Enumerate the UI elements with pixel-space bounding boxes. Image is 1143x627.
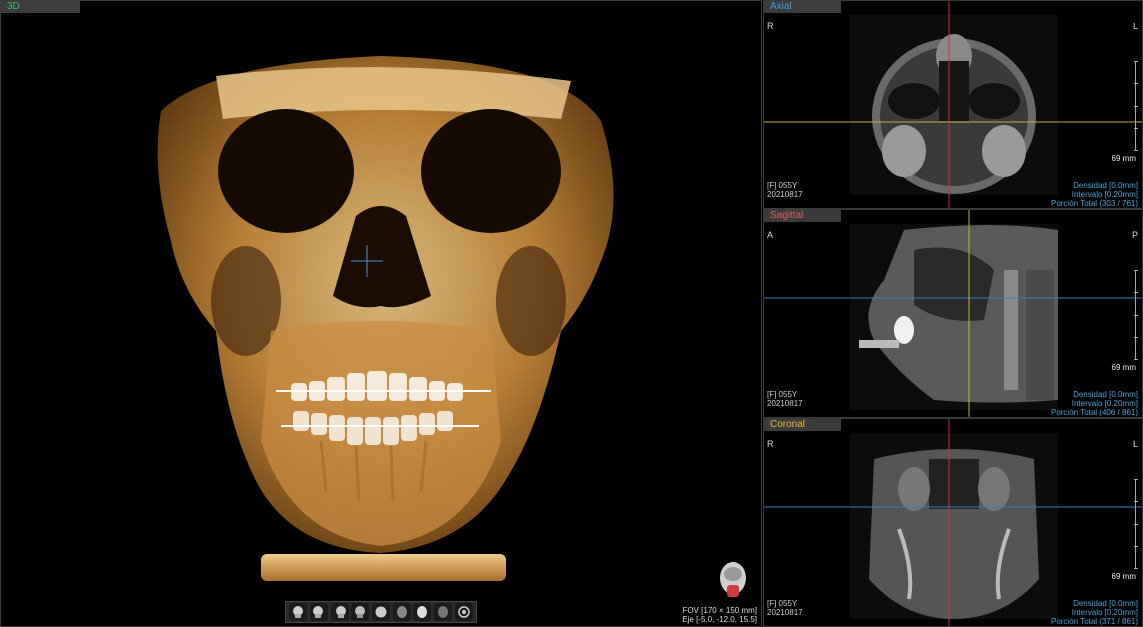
axial-date: 20210817 [767,190,803,199]
panel-sagittal[interactable]: Sagittal A P 69 mm [F] 055Y 20210817 Den… [763,209,1143,418]
panel-axial[interactable]: Axial R L 69 mm [F] 055Y 20210817 Densid… [763,0,1143,209]
view-left-icon[interactable] [309,603,328,621]
coronal-patient: [F] 055Y [767,599,798,608]
reset-view-icon[interactable] [433,603,452,621]
sagittal-patient: [F] 055Y [767,390,798,399]
sagittal-densidad: Densidad [0.0mm] [1073,390,1138,399]
sagittal-intervalo: Intervalo [0.20mm] [1071,399,1138,408]
coronal-date: 20210817 [767,608,803,617]
coronal-slice-image[interactable] [764,419,1143,627]
fov-info: FOV [170 × 150 mm] Eje [-5.0, -12.0, 15.… [682,606,757,624]
panel-coronal[interactable]: Coronal R L 69 mm [F] 055Y 20210817 Dens… [763,418,1143,627]
sagittal-porcion: Porción Total (406 / 861) [1050,408,1138,417]
axial-right-label: L [1132,21,1138,31]
view-bottom-icon[interactable] [392,603,411,621]
rotate-icon[interactable] [454,603,473,621]
skull-3d-render[interactable] [1,1,762,627]
orientation-head-icon[interactable] [717,561,749,601]
coronal-slice-info: Densidad [0.0mm] Intervalo [0.20mm] Porc… [1051,599,1138,626]
axial-porcion: Porción Total (303 / 761) [1050,199,1138,208]
axial-scale-bar [1133,61,1139,151]
sagittal-left-label: A [767,230,774,240]
view-toolbar [285,601,477,623]
eje-text: Eje [-5.0, -12.0, 15.5] [682,615,757,624]
view-back-icon[interactable] [351,603,370,621]
sagittal-scale-label: 69 mm [1111,363,1136,372]
sagittal-date: 20210817 [767,399,803,408]
sagittal-patient-info: [F] 055Y 20210817 [767,390,803,408]
sagittal-right-label: P [1131,230,1138,240]
coronal-patient-info: [F] 055Y 20210817 [767,599,803,617]
axial-scale-label: 69 mm [1111,154,1136,163]
panel-3d[interactable]: 3D FOV [170 × 150 mm] Eje [-5.0, -12.0, … [0,0,762,627]
axial-patient-info: [F] 055Y 20210817 [767,181,803,199]
coronal-porcion: Porción Total (371 / 861) [1050,617,1138,626]
coronal-densidad: Densidad [0.0mm] [1073,599,1138,608]
sagittal-slice-info: Densidad [0.0mm] Intervalo [0.20mm] Porc… [1051,390,1138,417]
view-right-icon[interactable] [330,603,349,621]
axial-patient: [F] 055Y [767,181,798,190]
axial-slice-info: Densidad [0.0mm] Intervalo [0.20mm] Porc… [1051,181,1138,208]
axial-intervalo: Intervalo [0.20mm] [1071,190,1138,199]
fov-text: FOV [170 × 150 mm] [682,606,757,615]
coronal-right-label: L [1132,439,1138,449]
axial-slice-image[interactable] [764,1,1143,209]
sagittal-slice-image[interactable] [764,210,1143,418]
axial-left-label: R [767,21,774,31]
opacity-icon[interactable] [413,603,432,621]
coronal-scale-label: 69 mm [1111,572,1136,581]
view-top-icon[interactable] [371,603,390,621]
axial-densidad: Densidad [0.0mm] [1073,181,1138,190]
coronal-scale-bar [1133,479,1139,569]
view-front-icon[interactable] [289,603,308,621]
sagittal-scale-bar [1133,270,1139,360]
coronal-left-label: R [767,439,774,449]
coronal-intervalo: Intervalo [0.20mm] [1071,608,1138,617]
